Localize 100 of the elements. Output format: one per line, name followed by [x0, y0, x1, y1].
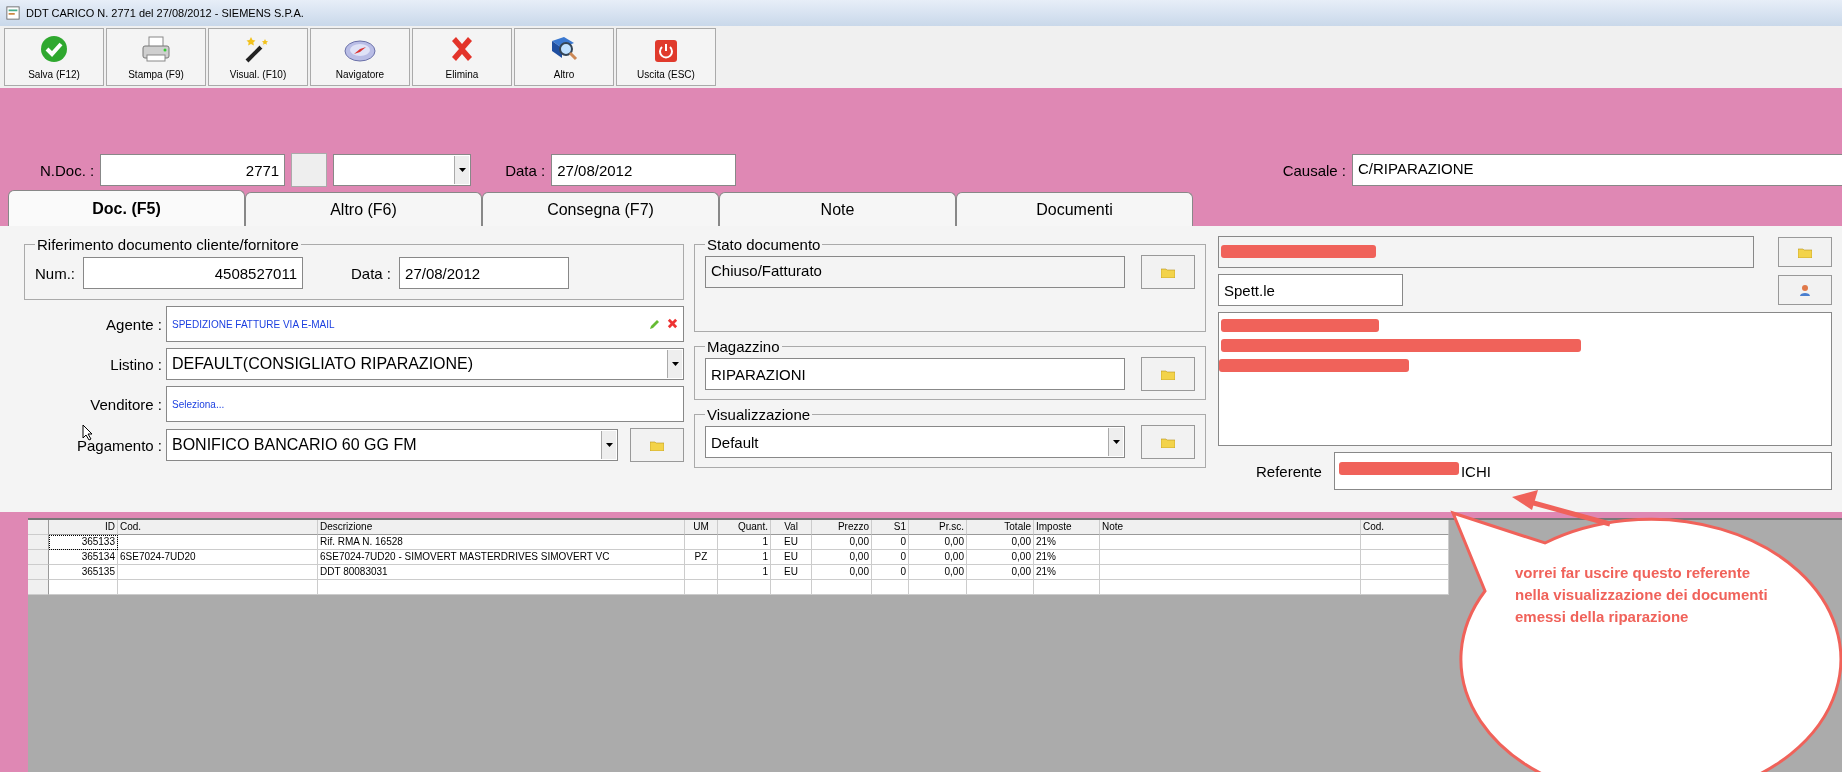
folder-button[interactable]	[1141, 425, 1195, 459]
lookup-field[interactable]: Seleziona...	[166, 386, 684, 422]
table-cell: EU	[771, 565, 812, 580]
annotation-text: vorrei far uscire questo referente nella visualizzazione dei documenti emessi della riparazione	[1515, 563, 1769, 627]
series-dropdown[interactable]	[333, 154, 472, 186]
row-header[interactable]	[28, 535, 49, 550]
toolbar-button[interactable]: Stampa (F9)	[106, 28, 206, 86]
table-cell: 6SE7024-7UD20 - SIMOVERT MASTERDRIVES SIMOVERT VC	[318, 550, 685, 565]
table-cell: 0,00	[812, 535, 872, 550]
book-magnifier-icon	[549, 35, 579, 63]
toolbar-button[interactable]: Salva (F12)	[4, 28, 104, 86]
mouse-cursor-icon	[82, 424, 93, 441]
person-icon	[1799, 284, 1811, 296]
folder-icon	[1161, 368, 1175, 380]
table-cell	[1034, 580, 1100, 595]
status-field: Chiuso/Fatturato	[705, 256, 1125, 288]
pencil-icon[interactable]	[649, 318, 661, 330]
folder-button[interactable]	[1141, 255, 1195, 289]
table-cell: 0,00	[909, 565, 967, 580]
address-field[interactable]	[1218, 312, 1832, 446]
table-cell: 6SE7024-7UD20	[118, 550, 318, 565]
dropdown[interactable]: Default	[705, 426, 1125, 458]
salutation-field[interactable]: Spett.le	[1218, 274, 1403, 306]
row-header[interactable]	[28, 550, 49, 565]
column-header[interactable]: Pr.sc.	[909, 520, 967, 535]
tab[interactable]: Consegna (F7)	[482, 192, 719, 226]
row-header[interactable]	[28, 565, 49, 580]
contact-person-field[interactable]: ICHI	[1333, 452, 1832, 490]
date-field[interactable]: 27/08/2012	[399, 257, 570, 289]
table-cell: 0,00	[909, 550, 967, 565]
folder-button[interactable]	[1778, 237, 1832, 267]
column-header[interactable]: Imposte	[1034, 520, 1100, 535]
document-number-field[interactable]: 2771	[100, 154, 286, 186]
column-header[interactable]: Cod.	[118, 520, 318, 535]
column-header[interactable]: Note	[1100, 520, 1361, 535]
date-field[interactable]: 27/08/2012	[551, 154, 737, 186]
tab[interactable]: Note	[719, 192, 956, 226]
folder-icon	[650, 439, 664, 451]
table-cell	[718, 580, 771, 595]
toolbar-button[interactable]: Uscita (ESC)	[616, 28, 716, 86]
folder-icon	[1161, 436, 1175, 448]
series-button[interactable]	[291, 153, 328, 187]
tab[interactable]: Doc. (F5)	[8, 190, 245, 226]
checkmark-icon	[40, 35, 68, 63]
field-label: Agente :	[105, 315, 162, 333]
table-cell: 0,00	[967, 535, 1034, 550]
window-title: DDT CARICO N. 2771 del 27/08/2012 - SIEMENS S.P.A.	[26, 7, 304, 19]
folder-icon	[1161, 266, 1175, 278]
table-cell	[909, 580, 967, 595]
table-cell	[685, 535, 718, 550]
close-icon[interactable]	[667, 318, 678, 329]
column-header[interactable]: Val	[771, 520, 812, 535]
column-header[interactable]: Descrizione	[318, 520, 685, 535]
tab[interactable]: Altro (F6)	[245, 192, 482, 226]
column-header[interactable]: Totale	[967, 520, 1034, 535]
table-cell: 1	[718, 535, 771, 550]
table-cell: 365134	[49, 550, 118, 565]
tab[interactable]: Documenti	[956, 192, 1193, 226]
column-header[interactable]: S1	[872, 520, 909, 535]
toolbar-button[interactable]: Navigatore	[310, 28, 410, 86]
table-cell: 21%	[1034, 535, 1100, 550]
contact-button[interactable]	[1778, 275, 1832, 305]
table-cell: Rif. RMA N. 16528	[318, 535, 685, 550]
table-cell	[685, 580, 718, 595]
causale-field[interactable]: C/RIPARAZIONE	[1352, 154, 1842, 186]
lookup-field[interactable]: SPEDIZIONE FATTURE VIA E-MAIL	[166, 306, 684, 342]
table-cell	[812, 580, 872, 595]
dropdown[interactable]: DEFAULT(CONSIGLIATO RIPARAZIONE)	[166, 348, 684, 380]
printer-icon	[141, 35, 171, 63]
column-header[interactable]: ID	[49, 520, 118, 535]
table-cell: 0	[872, 550, 909, 565]
field-label: Pagamento :	[75, 436, 162, 454]
folder-button[interactable]	[630, 428, 684, 462]
column-header[interactable]: Cod.	[1361, 520, 1449, 535]
field-label: Causale :	[1282, 161, 1346, 179]
table-cell: 1	[718, 550, 771, 565]
table-cell: 0	[872, 535, 909, 550]
folder-button[interactable]	[1141, 357, 1195, 391]
toolbar-button[interactable]: Altro	[514, 28, 614, 86]
table-cell: EU	[771, 535, 812, 550]
group-title: Riferimento documento cliente/fornitore	[36, 236, 300, 253]
column-header[interactable]: UM	[685, 520, 718, 535]
group-title: Magazzino	[706, 338, 781, 355]
table-cell: 0,00	[812, 550, 872, 565]
number-field[interactable]: 4508527011	[83, 257, 303, 289]
field-label: N.Doc. :	[40, 161, 95, 179]
toolbar-button[interactable]: Visual. (F10)	[208, 28, 308, 86]
field-label: Venditore :	[89, 395, 162, 413]
column-header[interactable]: Prezzo	[812, 520, 872, 535]
table-cell	[771, 580, 812, 595]
table-cell: 21%	[1034, 565, 1100, 580]
dropdown[interactable]: BONIFICO BANCARIO 60 GG FM	[166, 429, 618, 461]
column-header[interactable]: Quant.	[718, 520, 771, 535]
field-label: Data :	[351, 264, 392, 282]
caret-icon	[1112, 440, 1120, 444]
warehouse-field[interactable]: RIPARAZIONI	[705, 358, 1125, 390]
row-header[interactable]	[28, 580, 49, 595]
customer-field[interactable]	[1218, 236, 1754, 268]
field-label: Num.:	[35, 264, 75, 282]
toolbar-button[interactable]: Elimina	[412, 28, 512, 86]
